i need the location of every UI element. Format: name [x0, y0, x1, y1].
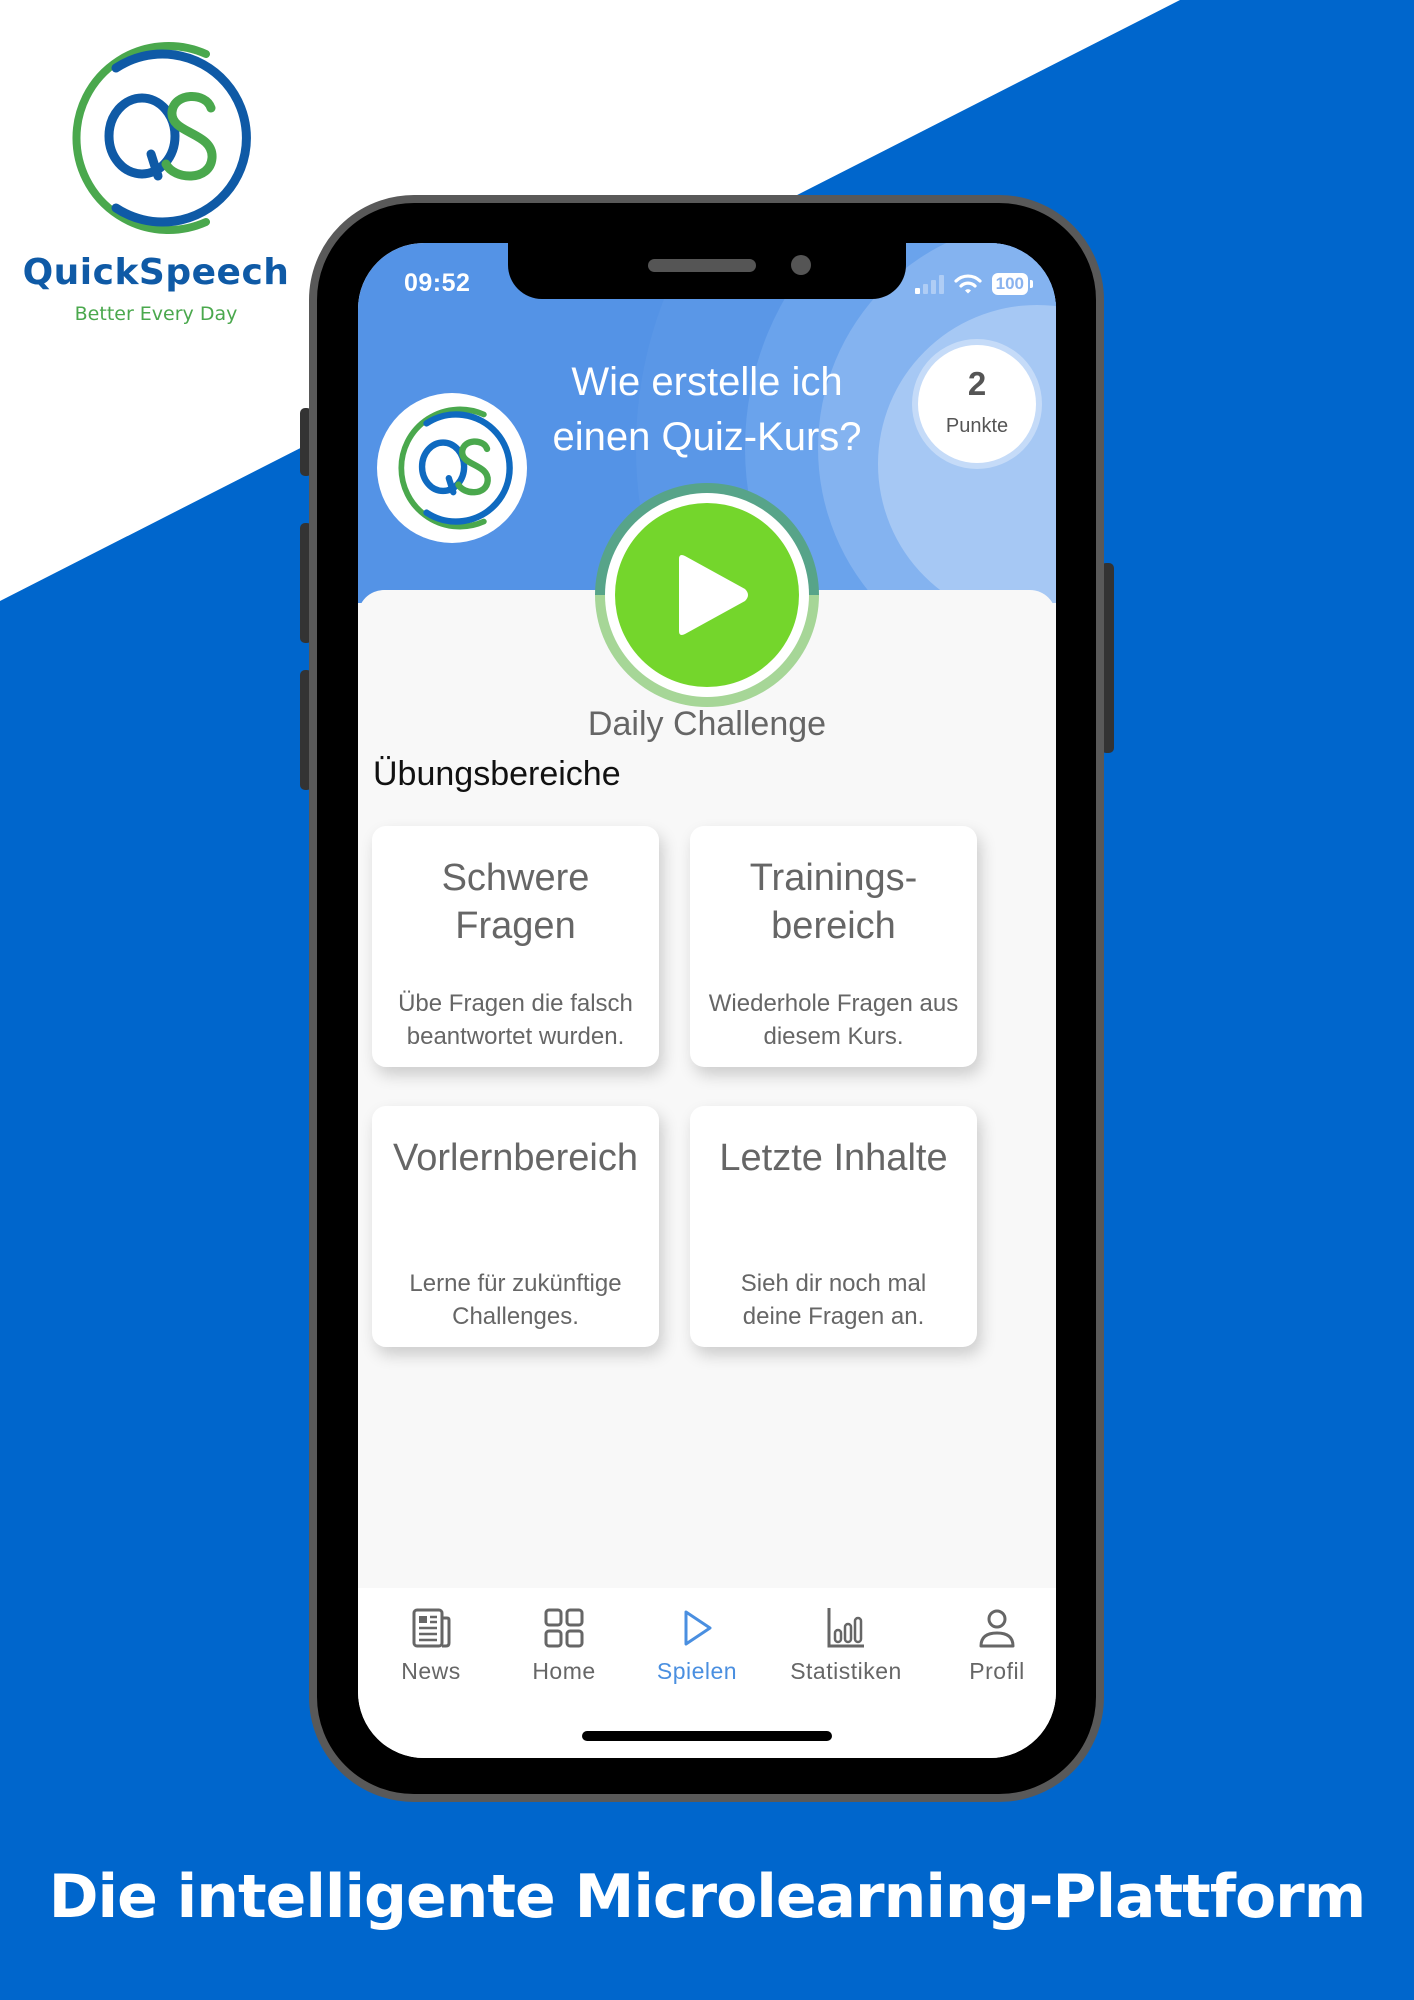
tile-description: Lerne für zukünftige Challenges.	[409, 1270, 622, 1330]
quickspeech-logo-icon	[72, 42, 251, 234]
course-title-line: einen Quiz-Kurs?	[552, 415, 862, 459]
course-title: Wie erstelle ich einen Quiz-Kurs?	[518, 355, 896, 465]
tile-title: Schwere Fragen	[441, 857, 590, 947]
play-icon	[679, 555, 748, 635]
home-indicator[interactable]	[582, 1731, 832, 1741]
brand-tagline: Better Every Day	[74, 303, 238, 325]
course-logo	[377, 393, 527, 543]
tile-title: Letzte Inhalte	[719, 1137, 948, 1179]
course-title-line: Wie erstelle ich	[571, 360, 843, 404]
tile-title: Vorlernbereich	[392, 1137, 639, 1179]
tab-label: News	[401, 1658, 461, 1684]
points-value: 2	[967, 365, 987, 402]
daily-challenge-button[interactable]	[595, 483, 819, 707]
user-icon	[979, 1609, 1015, 1648]
tile-description: Übe Fragen die falsch beantwortet wurden.	[398, 990, 633, 1050]
front-camera	[791, 255, 811, 275]
tab-label: Home	[532, 1658, 596, 1684]
play-button-ring	[605, 493, 809, 697]
speaker-grille	[648, 259, 756, 272]
tab-label: Spielen	[656, 1658, 738, 1684]
wifi-icon	[954, 274, 982, 294]
points-badge[interactable]: 2 Punkte	[918, 345, 1036, 463]
grid-icon	[544, 1608, 584, 1648]
tab-label: Statistiken	[790, 1658, 902, 1684]
phone-screen: 09:52 100 Wie erstelle ich einen Quiz-Ku…	[358, 243, 1056, 1758]
play-icon	[684, 1610, 712, 1646]
tile-vorlernbereich[interactable]: Vorlernbereich Lerne für zukünftige Chall…	[372, 1106, 659, 1347]
tile-schwere-fragen[interactable]: Schwere Fragen Übe Fragen die falsch beant…	[372, 826, 659, 1067]
status-icons: 100	[914, 273, 1034, 295]
footer-tagline: Die intelligente Microlearning-Plattform	[48, 1862, 1367, 1932]
section-title: Übungsbereiche	[373, 755, 621, 793]
signal-icon	[914, 275, 944, 294]
tile-trainingsbereich[interactable]: Trainings-bereich Wiederhole Fragen aus d…	[690, 826, 977, 1067]
tab-profil[interactable]: Profil	[927, 1606, 1056, 1685]
tile-letzte-inhalte[interactable]: Letzte Inhalte Sieh dir noch mal deine Fr…	[690, 1106, 977, 1347]
brand-logo-block: QuickSpeech Better Every Day	[0, 0, 320, 340]
quickspeech-logo-icon	[398, 406, 513, 530]
newspaper-icon	[412, 1608, 451, 1648]
tile-description: Wiederhole Fragen aus diesem Kurs.	[708, 990, 959, 1050]
points-label: Punkte	[945, 415, 1009, 437]
phone-notch	[508, 243, 906, 299]
tab-news[interactable]: News	[361, 1606, 501, 1685]
tab-home[interactable]: Home	[494, 1606, 634, 1685]
tab-label: Profil	[969, 1658, 1025, 1684]
tab-spielen[interactable]: Spielen	[627, 1606, 767, 1685]
tile-title: Trainings-bereich	[749, 857, 918, 947]
tile-description: Sieh dir noch mal deine Fragen an.	[740, 1270, 927, 1330]
battery-icon: 100	[991, 273, 1034, 295]
play-button-core	[615, 503, 799, 687]
status-time: 09:52	[404, 269, 471, 297]
brand-name: QuickSpeech	[22, 252, 290, 293]
daily-challenge-label: Daily Challenge	[587, 705, 827, 743]
tab-statistiken[interactable]: Statistiken	[776, 1606, 916, 1685]
bar-chart-icon	[827, 1608, 864, 1648]
